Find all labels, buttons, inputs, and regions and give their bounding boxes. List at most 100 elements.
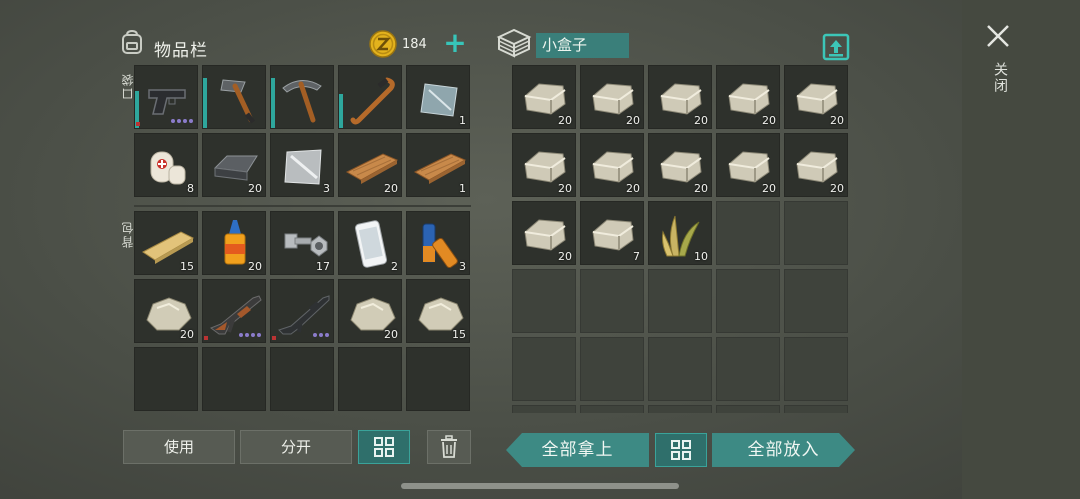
container-slot[interactable] <box>512 337 576 401</box>
container-slot[interactable]: 20 <box>716 65 780 129</box>
item-count: 20 <box>626 182 640 195</box>
container-slot[interactable] <box>580 405 644 413</box>
container-scroll-area[interactable]: 20 20 20 20 20 20 20 20 20 20 20 7 10 <box>512 65 849 413</box>
pocket-slot[interactable]: 8 <box>134 133 198 197</box>
item-count: 20 <box>694 114 708 127</box>
pocket-slot[interactable]: 20 <box>202 133 266 197</box>
backpack-slot[interactable] <box>270 279 334 343</box>
item-count: 20 <box>830 114 844 127</box>
trash-icon <box>441 435 457 458</box>
backpack-grid: 15 20 17 2 3 20 20 15 <box>134 211 470 411</box>
container-slot[interactable] <box>784 201 848 265</box>
item-count: 20 <box>558 114 572 127</box>
backpack-slot[interactable]: 3 <box>406 211 470 275</box>
backpack-slot[interactable]: 20 <box>338 279 402 343</box>
sort-container-button[interactable] <box>655 433 707 467</box>
container-slot[interactable]: 20 <box>784 133 848 197</box>
container-slot[interactable]: 20 <box>784 65 848 129</box>
container-slot[interactable] <box>580 337 644 401</box>
crowbar-icon <box>350 77 395 125</box>
container-slot[interactable]: 20 <box>648 133 712 197</box>
container-name-field[interactable]: 小盒子 <box>536 33 629 58</box>
pocket-slot[interactable]: 1 <box>406 133 470 197</box>
container-slot[interactable] <box>580 269 644 333</box>
item-count: 20 <box>626 114 640 127</box>
item-count: 20 <box>248 260 262 273</box>
sort-inventory-button[interactable] <box>358 430 410 464</box>
item-count: 3 <box>323 182 330 195</box>
container-slot[interactable] <box>648 269 712 333</box>
hatchet-icon <box>220 79 255 124</box>
container-slot[interactable] <box>512 269 576 333</box>
container-slot[interactable]: 10 <box>648 201 712 265</box>
delete-button[interactable] <box>427 430 471 464</box>
pocket-slot[interactable] <box>270 65 334 129</box>
container-slot[interactable] <box>716 201 780 265</box>
ak-rifle-icon <box>209 295 262 335</box>
container-slot[interactable] <box>512 405 576 413</box>
container-slot[interactable]: 7 <box>580 201 644 265</box>
use-button[interactable]: 使用 <box>123 430 235 464</box>
pocket-grid: 1 8 20 3 20 1 <box>134 65 470 197</box>
put-all-button[interactable]: 全部放入 <box>712 433 855 467</box>
backpack-slot[interactable] <box>338 347 402 411</box>
backpack-slot[interactable]: 2 <box>338 211 402 275</box>
backpack-slot[interactable]: 20 <box>202 211 266 275</box>
backpack-slot[interactable]: 15 <box>134 211 198 275</box>
pocket-slot[interactable]: 1 <box>406 65 470 129</box>
container-slot[interactable] <box>648 337 712 401</box>
container-slot[interactable] <box>784 269 848 333</box>
grid-icon <box>374 437 394 457</box>
status-marker <box>272 336 276 340</box>
backpack-slot[interactable] <box>202 279 266 343</box>
item-count: 20 <box>558 182 572 195</box>
item-count: 20 <box>694 182 708 195</box>
m4-rifle-icon <box>278 295 330 335</box>
split-button[interactable]: 分开 <box>240 430 352 464</box>
close-icon[interactable] <box>984 22 1012 50</box>
item-count: 15 <box>452 328 466 341</box>
container-slot[interactable]: 20 <box>512 65 576 129</box>
durability-bar <box>203 78 207 128</box>
item-count: 20 <box>558 250 572 263</box>
home-indicator[interactable] <box>401 483 679 489</box>
container-slot[interactable] <box>784 405 848 413</box>
container-slot[interactable]: 20 <box>512 133 576 197</box>
backpack-slot[interactable]: 20 <box>134 279 198 343</box>
item-count: 15 <box>180 260 194 273</box>
add-coins-button[interactable]: + <box>442 29 468 57</box>
pocket-slot[interactable] <box>134 65 198 129</box>
pocket-slot[interactable]: 3 <box>270 133 334 197</box>
pocket-slot[interactable] <box>202 65 266 129</box>
backpack-slot[interactable] <box>202 347 266 411</box>
box-icon <box>496 28 532 58</box>
pocket-slot[interactable] <box>338 65 402 129</box>
attachment-dots <box>239 333 261 337</box>
close-label[interactable]: 关闭 <box>990 62 1010 94</box>
container-slot[interactable] <box>716 269 780 333</box>
status-marker <box>204 336 208 340</box>
container-slot[interactable]: 20 <box>716 133 780 197</box>
status-marker <box>136 122 140 126</box>
container-slot[interactable]: 20 <box>580 133 644 197</box>
container-slot[interactable] <box>716 337 780 401</box>
container-slot[interactable]: 20 <box>580 65 644 129</box>
item-count: 1 <box>459 114 466 127</box>
container-slot[interactable] <box>716 405 780 413</box>
backpack-slot[interactable] <box>270 347 334 411</box>
item-count: 10 <box>694 250 708 263</box>
container-slot[interactable]: 20 <box>648 65 712 129</box>
backpack-slot[interactable] <box>134 347 198 411</box>
take-all-button[interactable]: 全部拿上 <box>506 433 649 467</box>
item-count: 8 <box>187 182 194 195</box>
item-count: 20 <box>248 182 262 195</box>
container-slot[interactable]: 20 <box>512 201 576 265</box>
upload-icon[interactable] <box>822 33 850 61</box>
backpack-slot[interactable]: 17 <box>270 211 334 275</box>
backpack-slot[interactable]: 15 <box>406 279 470 343</box>
backpack-slot[interactable] <box>406 347 470 411</box>
item-count: 20 <box>762 114 776 127</box>
pocket-slot[interactable]: 20 <box>338 133 402 197</box>
container-slot[interactable] <box>784 337 848 401</box>
container-slot[interactable] <box>648 405 712 413</box>
